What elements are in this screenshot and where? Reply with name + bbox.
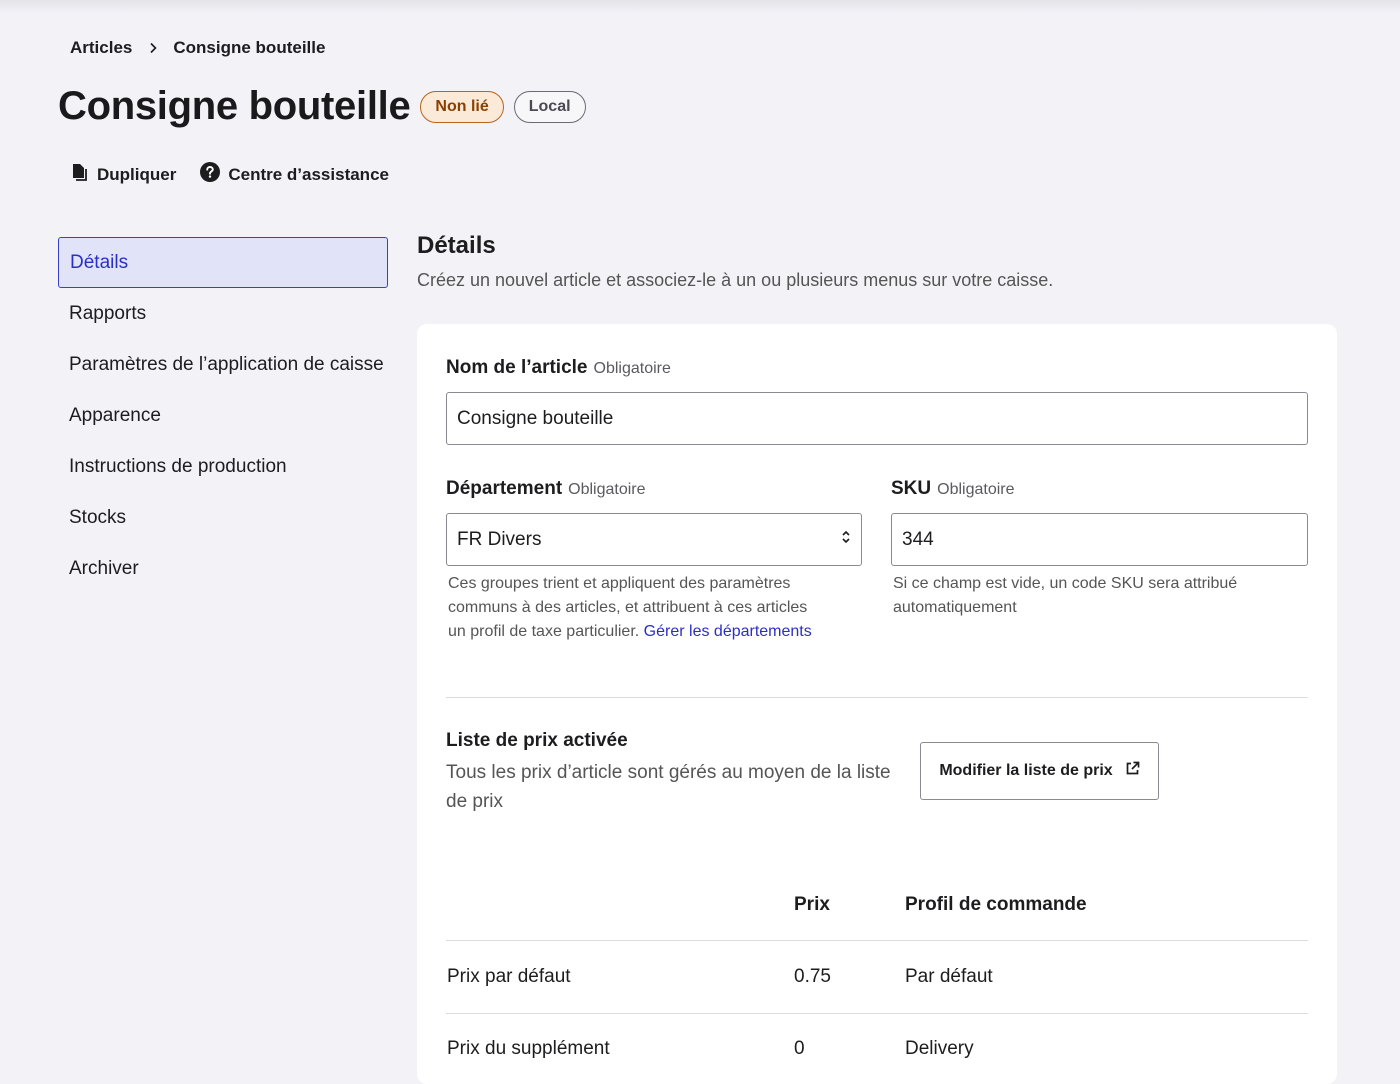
sidebar-item-pos-settings[interactable]: Paramètres de l’application de caisse bbox=[58, 339, 388, 390]
sidebar-nav: Détails Rapports Paramètres de l’applica… bbox=[58, 237, 388, 594]
copy-icon bbox=[70, 162, 97, 187]
department-select[interactable]: FR Divers bbox=[446, 513, 862, 566]
external-link-icon bbox=[1113, 761, 1140, 781]
required-indicator: Obligatoire bbox=[593, 360, 671, 377]
section-title: Détails bbox=[417, 232, 496, 259]
department-select-value: FR Divers bbox=[457, 528, 542, 550]
top-shadow bbox=[0, 0, 1400, 14]
table-row-divider bbox=[446, 1013, 1308, 1014]
duplicate-button[interactable]: Dupliquer bbox=[70, 162, 176, 187]
sidebar-item-reports[interactable]: Rapports bbox=[58, 288, 388, 339]
help-icon bbox=[200, 162, 228, 187]
department-label-text: Département bbox=[446, 478, 563, 499]
page-title: Consigne bouteille bbox=[58, 84, 411, 128]
department-help-text: Ces groupes trient et appliquent des par… bbox=[448, 572, 828, 644]
item-name-label: Nom de l’article Obligatoire bbox=[446, 357, 671, 379]
sku-input[interactable] bbox=[891, 513, 1308, 566]
sidebar-item-details[interactable]: Détails bbox=[58, 237, 388, 288]
duplicate-label: Dupliquer bbox=[97, 164, 177, 184]
row-name: Prix par défaut bbox=[447, 966, 571, 987]
status-badge-unlinked: Non lié bbox=[420, 90, 504, 123]
item-name-input[interactable] bbox=[446, 392, 1308, 445]
row-name: Prix du supplément bbox=[447, 1038, 610, 1059]
sidebar-item-stocks[interactable]: Stocks bbox=[58, 492, 388, 543]
details-card: Nom de l’article Obligatoire Département O… bbox=[417, 324, 1337, 1084]
edit-price-list-label: Modifier la liste de prix bbox=[939, 762, 1113, 779]
item-name-label-text: Nom de l’article bbox=[446, 357, 588, 378]
manage-departments-link[interactable]: Gérer les départements bbox=[644, 623, 812, 640]
sidebar-item-appearance[interactable]: Apparence bbox=[58, 390, 388, 441]
table-header-divider bbox=[446, 940, 1308, 941]
sku-help-text: Si ce champ est vide, un code SKU sera a… bbox=[893, 575, 1238, 616]
row-price: 0 bbox=[794, 1038, 805, 1059]
sidebar-item-archive[interactable]: Archiver bbox=[58, 543, 388, 594]
price-list-description: Tous les prix d’article sont gérés au mo… bbox=[446, 762, 891, 812]
status-badge-local: Local bbox=[513, 90, 586, 123]
sidebar-item-production-instructions[interactable]: Instructions de production bbox=[58, 441, 388, 492]
required-indicator: Obligatoire bbox=[568, 481, 646, 498]
header-actions: Dupliquer Centre d’assistance bbox=[70, 162, 413, 187]
section-description: Créez un nouvel article et associez-le à… bbox=[417, 270, 1054, 290]
help-center-label: Centre d’assistance bbox=[228, 164, 389, 184]
row-profile: Delivery bbox=[905, 1038, 974, 1059]
breadcrumb: Articles Consigne bouteille bbox=[70, 38, 325, 58]
breadcrumb-current: Consigne bouteille bbox=[173, 38, 326, 57]
row-profile: Par défaut bbox=[905, 966, 993, 987]
row-price: 0.75 bbox=[794, 966, 831, 987]
breadcrumb-parent[interactable]: Articles bbox=[70, 38, 132, 58]
column-header-order-profile: Profil de commande bbox=[905, 894, 1087, 915]
select-arrows-icon bbox=[841, 529, 851, 551]
help-center-button[interactable]: Centre d’assistance bbox=[200, 162, 389, 187]
edit-price-list-button[interactable]: Modifier la liste de prix bbox=[920, 742, 1159, 800]
page-header: Consigne bouteille Non lié Local bbox=[58, 84, 586, 129]
department-label: Département Obligatoire bbox=[446, 478, 646, 500]
chevron-right-icon bbox=[149, 42, 158, 54]
sku-label: SKU Obligatoire bbox=[891, 478, 1015, 500]
column-header-price: Prix bbox=[794, 894, 830, 915]
price-list-title: Liste de prix activée bbox=[446, 730, 628, 751]
sku-label-text: SKU bbox=[891, 478, 932, 499]
required-indicator: Obligatoire bbox=[937, 481, 1015, 498]
section-divider bbox=[446, 697, 1308, 698]
